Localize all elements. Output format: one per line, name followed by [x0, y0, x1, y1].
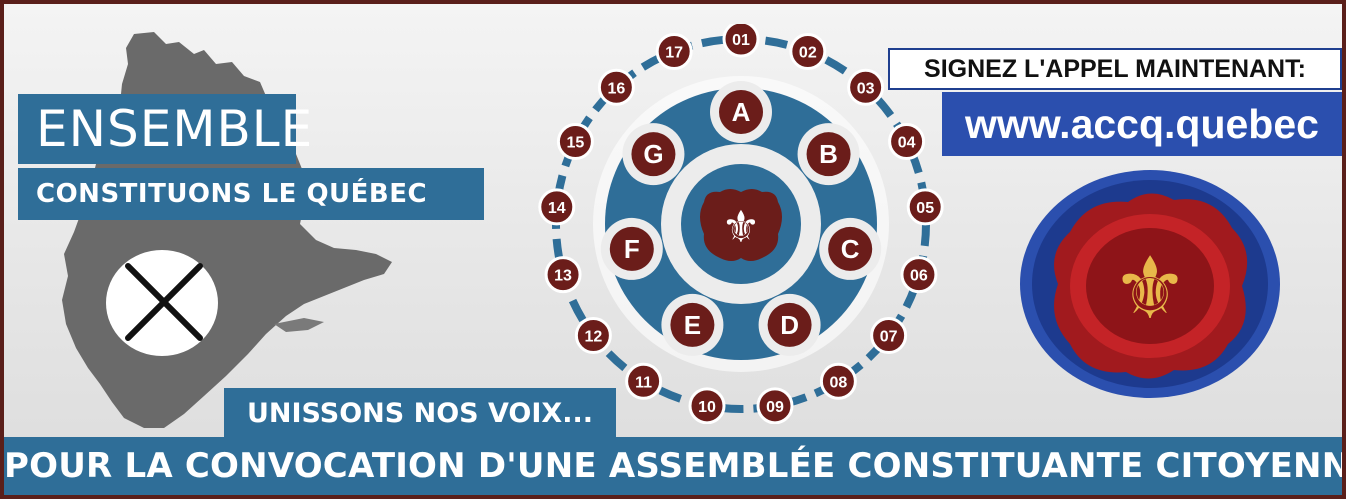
outer-node-label: 16 — [607, 80, 625, 97]
outer-node-label: 08 — [829, 374, 847, 391]
inner-node-label: E — [684, 310, 701, 340]
outer-node-label: 05 — [916, 200, 934, 217]
inner-node-label: F — [624, 234, 640, 264]
outer-node-04: 04 — [888, 123, 926, 161]
outer-node-label: 17 — [665, 44, 683, 61]
outer-node-label: 15 — [566, 135, 584, 152]
inner-node-label: C — [841, 234, 860, 264]
outer-node-label: 04 — [898, 135, 916, 152]
subheadline: CONSTITUONS LE QUÉBEC — [18, 168, 484, 220]
outer-node-05: 05 — [906, 188, 944, 226]
outer-node-14: 14 — [538, 188, 576, 226]
outer-node-label: 13 — [554, 268, 572, 285]
outer-node-label: 14 — [548, 200, 566, 217]
outer-node-01: 01 — [722, 24, 760, 58]
inner-node-label: D — [780, 310, 799, 340]
assembly-diagram: 01 02 03 04 05 06 07 08 09 10 11 12 13 14 15 16 17 A B C D E… — [538, 24, 944, 424]
svg-text:⚜: ⚜ — [721, 202, 760, 253]
inner-node-E: E — [661, 293, 724, 356]
outer-node-03: 03 — [847, 68, 885, 106]
banner: ENSEMBLE CONSTITUONS LE QUÉBEC 01 02 03 04 0… — [0, 0, 1346, 499]
inner-node-A: A — [710, 81, 772, 143]
inner-node-G: G — [622, 123, 685, 186]
x-mark-icon — [106, 250, 218, 356]
outer-node-11: 11 — [625, 362, 663, 400]
inner-node-C: C — [819, 217, 882, 280]
outer-node-06: 06 — [900, 256, 938, 294]
outer-node-label: 02 — [799, 44, 817, 61]
outer-node-label: 01 — [732, 32, 750, 49]
svg-text:⚜: ⚜ — [1111, 239, 1188, 339]
outer-node-02: 02 — [789, 32, 827, 70]
inner-node-B: B — [797, 123, 860, 186]
inner-node-label: G — [643, 139, 663, 169]
outer-node-label: 12 — [584, 328, 602, 345]
outer-node-08: 08 — [819, 362, 857, 400]
fleur-de-lis-icon: ⚜ — [1111, 239, 1188, 339]
outer-node-label: 09 — [766, 399, 784, 416]
outer-node-13: 13 — [544, 256, 582, 294]
website-link[interactable]: www.accq.quebec — [942, 92, 1342, 156]
inner-node-F: F — [600, 217, 663, 280]
outer-node-15: 15 — [556, 123, 594, 161]
outer-node-09: 09 — [756, 387, 794, 424]
outer-node-16: 16 — [597, 68, 635, 106]
call-to-action: SIGNEZ L'APPEL MAINTENANT: — [888, 48, 1342, 90]
inner-node-label: B — [819, 139, 838, 169]
outer-node-label: 06 — [910, 268, 928, 285]
quebec-map — [62, 32, 392, 428]
outer-node-label: 10 — [698, 399, 716, 416]
footer-banner: POUR LA CONVOCATION D'UNE ASSEMBLÉE CONS… — [4, 437, 1342, 495]
wax-seal: ⚜ — [1020, 170, 1280, 398]
outer-node-label: 03 — [857, 80, 875, 97]
outer-node-label: 07 — [880, 328, 898, 345]
outer-node-label: 11 — [635, 374, 652, 391]
outer-node-12: 12 — [574, 316, 612, 354]
inner-node-label: A — [732, 97, 751, 127]
slogan: UNISSONS NOS VOIX... — [224, 388, 616, 440]
fleur-de-lis-icon: ⚜ — [700, 189, 782, 261]
inner-node-D: D — [758, 293, 821, 356]
outer-node-07: 07 — [870, 316, 908, 354]
outer-node-10: 10 — [688, 387, 726, 424]
outer-node-17: 17 — [655, 32, 693, 70]
headline: ENSEMBLE — [18, 94, 312, 164]
